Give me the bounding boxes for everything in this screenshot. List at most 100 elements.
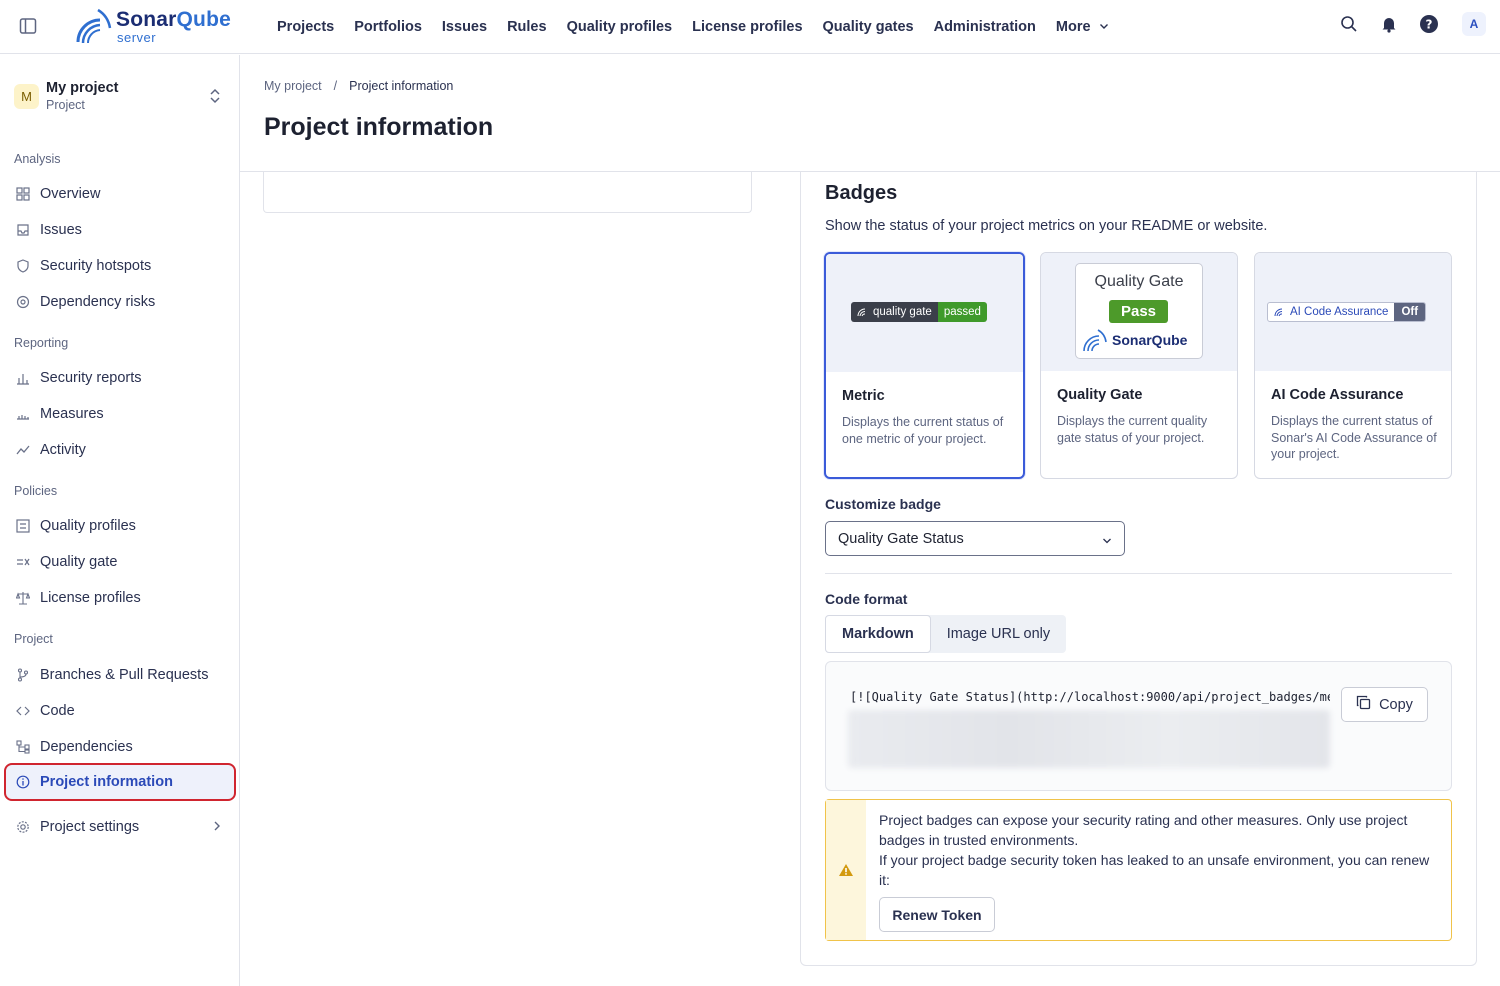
breadcrumb-current: Project information	[349, 79, 454, 93]
section-divider	[825, 573, 1452, 574]
metric-badge-preview: quality gate passed	[851, 302, 987, 322]
nav-quality-profiles[interactable]: Quality profiles	[557, 19, 683, 35]
badge-option-metric[interactable]: quality gate passed Metric Displays the …	[824, 252, 1025, 479]
sidebar-item-label: Dependency risks	[40, 294, 156, 310]
svg-text:?: ?	[1426, 18, 1433, 32]
project-details-card	[263, 171, 752, 213]
scales-icon	[15, 590, 31, 606]
sidebar-item-quality-gate[interactable]: Quality gate	[6, 545, 234, 579]
nav-more[interactable]: More	[1046, 19, 1119, 35]
grid-icon	[15, 186, 31, 202]
redacted-token	[848, 710, 1330, 768]
sidebar-item-measures[interactable]: Measures	[6, 397, 234, 431]
copy-button[interactable]: Copy	[1341, 687, 1428, 722]
sonar-waves-icon	[1083, 329, 1107, 352]
sonarqube-logo[interactable]: SonarQube server	[74, 6, 244, 46]
sidebar-item-label: Branches & Pull Requests	[40, 667, 209, 683]
sidebar-item-label: Project information	[40, 774, 173, 790]
sidebar-item-dependencies[interactable]: Dependencies	[6, 730, 234, 764]
nav-rules[interactable]: Rules	[497, 19, 557, 35]
gear-icon	[15, 819, 31, 835]
customize-badge-value: Quality Gate Status	[838, 530, 964, 547]
code-snippet[interactable]: [![Quality Gate Status](http://localhost…	[850, 690, 1330, 704]
nav-portfolios[interactable]: Portfolios	[344, 19, 432, 35]
breadcrumb-separator: /	[333, 79, 338, 93]
sidebar-item-code[interactable]: Code	[6, 694, 234, 728]
bell-icon[interactable]	[1378, 13, 1400, 35]
badge-preview: quality gate passed	[826, 254, 1023, 372]
badge-option-ai-code-assurance[interactable]: AI Code Assurance Off AI Code Assurance …	[1254, 252, 1452, 479]
section-reporting: Reporting	[14, 336, 69, 350]
help-icon[interactable]: ?	[1418, 13, 1440, 35]
branch-icon	[15, 667, 31, 683]
qg-box-title: Quality Gate	[1094, 273, 1184, 290]
badge-option-description: Displays the current status of Sonar's A…	[1271, 414, 1437, 461]
sidebar-item-label: Measures	[40, 406, 104, 422]
sidebar-item-project-information[interactable]: Project information	[4, 763, 236, 801]
logo-subtitle: server	[117, 30, 157, 45]
code-snippet-box: [![Quality Gate Status](http://localhost…	[825, 661, 1452, 791]
sidebar-item-label: Overview	[40, 186, 101, 202]
project-kind: Project	[46, 98, 85, 112]
warning-text: Project badges can expose your security …	[879, 810, 1439, 890]
user-avatar[interactable]: A	[1462, 12, 1486, 36]
sidebar-item-issues[interactable]: Issues	[6, 213, 234, 247]
dependency-risk-icon	[15, 294, 31, 310]
sidebar-item-activity[interactable]: Activity	[6, 433, 234, 467]
sidebar-item-branches[interactable]: Branches & Pull Requests	[6, 658, 234, 692]
nav-issues[interactable]: Issues	[432, 19, 497, 35]
sidebar-item-security-reports[interactable]: Security reports	[6, 361, 234, 395]
nav-license-profiles[interactable]: License profiles	[682, 19, 812, 35]
dependencies-icon	[15, 739, 31, 755]
renew-token-button[interactable]: Renew Token	[879, 897, 995, 932]
sidebar-item-quality-profiles[interactable]: Quality profiles	[6, 509, 234, 543]
measures-icon	[15, 406, 31, 422]
sidebar-item-security-hotspots[interactable]: Security hotspots	[6, 249, 234, 283]
quality-gate-badge-preview: Quality Gate Pass SonarQube	[1075, 263, 1203, 359]
page-title: Project information	[264, 113, 494, 141]
badge-option-title: Metric	[842, 388, 885, 404]
badge-option-title: Quality Gate	[1057, 387, 1143, 403]
sidebar-item-label: Activity	[40, 442, 86, 458]
sonar-waves-icon	[76, 8, 112, 44]
tab-image-url[interactable]: Image URL only	[931, 615, 1066, 653]
code-format-tabs: Markdown Image URL only	[825, 615, 1067, 653]
section-project: Project	[14, 632, 53, 646]
sonar-waves-icon	[1274, 308, 1283, 317]
sidebar-item-label: Dependencies	[40, 739, 133, 755]
sidebar-item-project-settings[interactable]: Project settings	[6, 810, 234, 844]
nav-more-label: More	[1055, 19, 1091, 35]
qg-box-logo-text: SonarQube	[1112, 332, 1188, 348]
customize-badge-select[interactable]: Quality Gate Status	[825, 521, 1125, 556]
top-bar: SonarQube server Projects Portfolios Iss…	[0, 0, 1500, 54]
badge-preview: AI Code Assurance Off	[1255, 253, 1451, 371]
nav-quality-gates[interactable]: Quality gates	[813, 19, 924, 35]
copy-button-label: Copy	[1379, 696, 1413, 713]
chevron-down-icon	[1099, 19, 1109, 35]
shield-icon	[15, 258, 31, 274]
bar-chart-icon	[15, 370, 31, 386]
search-icon[interactable]	[1338, 13, 1360, 35]
project-switcher[interactable]: M My project Project	[14, 79, 226, 115]
sidebar-item-dependency-risks[interactable]: Dependency risks	[6, 285, 234, 319]
project-avatar: M	[14, 84, 39, 109]
breadcrumb-root[interactable]: My project	[264, 79, 322, 93]
sidebar-item-license-profiles[interactable]: License profiles	[6, 581, 234, 615]
logo-name: SonarQube	[116, 8, 231, 31]
chevron-right-icon	[212, 820, 222, 836]
top-actions: ? A	[1338, 12, 1486, 36]
main-nav: Projects Portfolios Issues Rules Quality…	[267, 0, 1119, 54]
warning-strip	[826, 800, 866, 940]
sonarqube-logo: SonarQube	[1082, 328, 1202, 354]
sonar-waves-icon	[857, 308, 866, 317]
sidebar-toggle-icon[interactable]	[18, 16, 38, 36]
ai-badge-preview: AI Code Assurance Off	[1267, 302, 1427, 322]
security-warning: Project badges can expose your security …	[825, 799, 1452, 941]
quality-gate-icon	[15, 554, 31, 570]
badge-option-quality-gate[interactable]: Quality Gate Pass SonarQube Quality Gate…	[1040, 252, 1238, 479]
nav-projects[interactable]: Projects	[267, 19, 344, 35]
tab-markdown[interactable]: Markdown	[825, 615, 931, 653]
sidebar-item-overview[interactable]: Overview	[6, 177, 234, 211]
sidebar-item-label: License profiles	[40, 590, 141, 606]
nav-administration[interactable]: Administration	[924, 19, 1046, 35]
